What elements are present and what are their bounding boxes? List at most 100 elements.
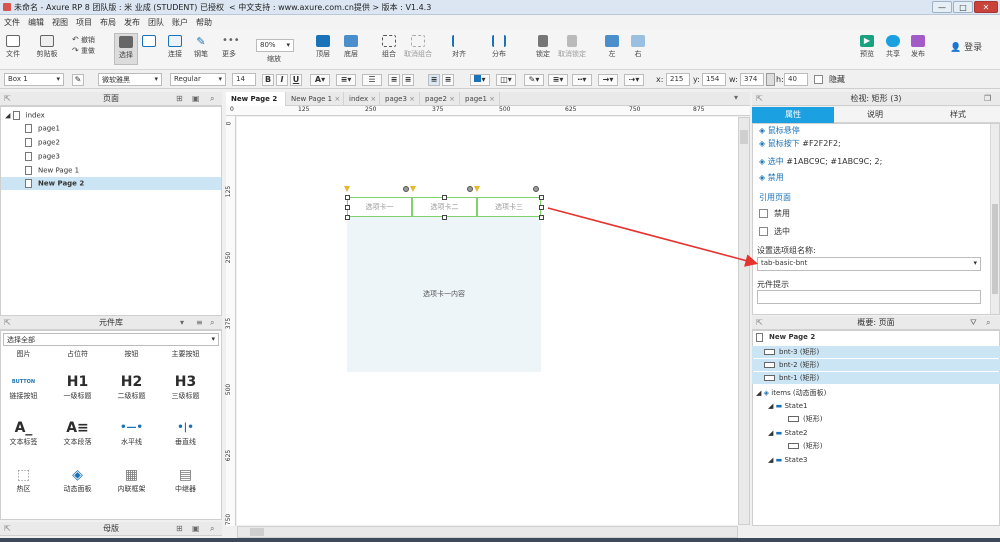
search-icon[interactable]: ⌕	[210, 92, 214, 106]
zoom-select[interactable]: 80% ▾	[256, 39, 294, 52]
share-button[interactable]: 共享	[882, 35, 904, 59]
resize-handle[interactable]	[442, 215, 447, 220]
align-center-icon[interactable]: ≡	[402, 74, 414, 86]
minimize-button[interactable]: —	[932, 1, 952, 13]
pin-icon[interactable]: ⇱	[756, 92, 763, 106]
file-button[interactable]: 文件	[4, 35, 22, 59]
distribute-button[interactable]: 分布	[488, 35, 510, 59]
canvas-vertical-scrollbar[interactable]	[738, 117, 750, 525]
lib-dynamic-panel[interactable]: ◈ 动态面板	[55, 466, 100, 494]
outline-state2-rect[interactable]: (矩形)	[752, 440, 1000, 452]
lib-inline-frame[interactable]: ▦ 内联框架	[109, 466, 154, 494]
interaction-disabled[interactable]: ◈ 禁用	[759, 172, 784, 183]
lib-text-label[interactable]: A_ 文本标签	[1, 419, 46, 447]
unlock-button[interactable]: 取消锁定	[556, 35, 588, 59]
corner-radius-handle-icon[interactable]	[410, 186, 416, 192]
italic-button[interactable]: I	[276, 74, 288, 86]
menu-layout[interactable]: 布局	[96, 15, 120, 28]
menu-project[interactable]: 项目	[72, 15, 96, 28]
interaction-hover[interactable]: ◈ 鼠标悬停	[759, 125, 800, 136]
weight-select[interactable]: Regular ▾	[170, 73, 226, 86]
select-button[interactable]: 选择	[114, 33, 138, 65]
tab-page3[interactable]: page3 ×	[380, 92, 420, 106]
clipboard-button[interactable]: 剪贴板	[34, 35, 60, 59]
line-color-icon[interactable]: ✎▾	[524, 74, 544, 86]
add-page-icon[interactable]: ⊞	[176, 92, 183, 106]
close-icon[interactable]: ×	[489, 95, 495, 103]
canvas-tab-button-3[interactable]: 选项卡三	[477, 197, 541, 217]
close-icon[interactable]: ×	[334, 95, 340, 103]
lib-horizontal-line[interactable]: •—• 水平线	[109, 419, 154, 447]
y-field[interactable]: 154	[702, 73, 726, 86]
tree-item-page3[interactable]: page3	[25, 152, 60, 161]
shadow-icon[interactable]: ◫▾	[496, 74, 516, 86]
lib-heading2[interactable]: H2 二级标题	[109, 373, 154, 401]
menu-view[interactable]: 视图	[48, 15, 72, 28]
menu-icon[interactable]: ≡	[196, 316, 203, 330]
link-size-icon[interactable]	[766, 73, 775, 86]
lib-heading3[interactable]: H3 三级标题	[163, 373, 208, 401]
tabs-menu-icon[interactable]: ▾	[734, 93, 738, 102]
arrow-style-icon[interactable]: →▾	[598, 74, 618, 86]
canvas-tab-button-1[interactable]: 选项卡一	[347, 197, 412, 217]
tree-item-page2[interactable]: page2	[25, 138, 60, 147]
lib-text-paragraph[interactable]: A≡ 文本段落	[55, 419, 100, 447]
style-select[interactable]: Box 1 ▾	[4, 73, 64, 86]
collapse-panel-icon[interactable]: ❐	[984, 92, 991, 106]
search-icon[interactable]: ⌕	[210, 316, 214, 330]
tab-new-page-2[interactable]: New Page 2 ×	[226, 92, 286, 117]
close-button[interactable]: ✕	[974, 1, 998, 13]
canvas-horizontal-scrollbar[interactable]	[237, 526, 738, 538]
height-field[interactable]: 40	[784, 73, 808, 86]
lib-heading1[interactable]: H1 一级标题	[55, 373, 100, 401]
resize-handle[interactable]	[539, 205, 544, 210]
group-button[interactable]: 组合	[378, 35, 400, 59]
font-color-icon[interactable]: A▾	[310, 74, 330, 86]
style-edit-icon[interactable]: ✎	[72, 74, 84, 86]
filter-icon[interactable]: ⛛	[970, 316, 977, 330]
menu-account[interactable]: 账户	[168, 15, 192, 28]
disabled-checkbox[interactable]: 禁用	[759, 208, 790, 219]
font-size-select[interactable]: 14	[232, 73, 256, 86]
resize-handle[interactable]	[539, 195, 544, 200]
lib-vertical-line[interactable]: •|• 垂直线	[163, 419, 208, 447]
lib-button[interactable]: 按钮	[109, 349, 154, 359]
resize-handle[interactable]	[345, 195, 350, 200]
scrollbar-thumb[interactable]	[740, 130, 748, 144]
menu-publish[interactable]: 发布	[120, 15, 144, 28]
selected-checkbox[interactable]: 选中	[759, 226, 790, 237]
library-filter-select[interactable]: 选择全部 ▾	[3, 333, 219, 346]
canvas-tab-button-2[interactable]: 选项卡二	[412, 197, 477, 217]
login-button[interactable]: 👤 登录	[950, 40, 990, 53]
add-folder-icon[interactable]: ▣	[192, 522, 200, 536]
send-bottom-button[interactable]: 底层	[340, 35, 362, 59]
menu-help[interactable]: 帮助	[192, 15, 216, 28]
tab-index[interactable]: index ×	[344, 92, 380, 106]
menu-file[interactable]: 文件	[0, 15, 24, 28]
tab-new-page-1[interactable]: New Page 1 ×	[286, 92, 344, 106]
outline-bnt-1[interactable]: bnt-1 (矩形)	[752, 372, 1000, 384]
add-master-icon[interactable]: ⊞	[176, 522, 183, 536]
scrollbar-thumb[interactable]	[992, 204, 998, 294]
corner-radius-handle-icon[interactable]	[344, 186, 350, 192]
rotate-handle-icon[interactable]	[533, 186, 539, 192]
tab-page1[interactable]: page1 ×	[460, 92, 500, 106]
right-button[interactable]: 右	[628, 35, 648, 59]
rotate-handle-icon[interactable]	[467, 186, 473, 192]
lib-image[interactable]: 图片	[1, 349, 46, 359]
scrollbar-thumb[interactable]	[250, 528, 264, 536]
canvas-tab-content[interactable]: 选项卡一内容	[347, 217, 541, 372]
close-icon[interactable]: ×	[409, 95, 415, 103]
outline-bnt-2[interactable]: bnt-2 (矩形)	[752, 359, 1000, 371]
align-button[interactable]: 对齐	[448, 35, 470, 59]
arrow-end-icon[interactable]: ⇢▾	[624, 74, 644, 86]
undo-button[interactable]: ↶ 撤销	[72, 35, 100, 45]
tree-item-new-page-1[interactable]: New Page 1	[25, 166, 79, 175]
lib-repeater[interactable]: ▤ 中继器	[163, 466, 208, 494]
lib-link-button[interactable]: BUTTON 链接按钮	[1, 373, 46, 401]
search-icon[interactable]: ⌕	[210, 522, 214, 536]
resize-handle[interactable]	[345, 215, 350, 220]
menu-edit[interactable]: 编辑	[24, 15, 48, 28]
tooltip-input[interactable]	[757, 290, 981, 304]
inspector-scrollbar[interactable]	[990, 124, 999, 314]
